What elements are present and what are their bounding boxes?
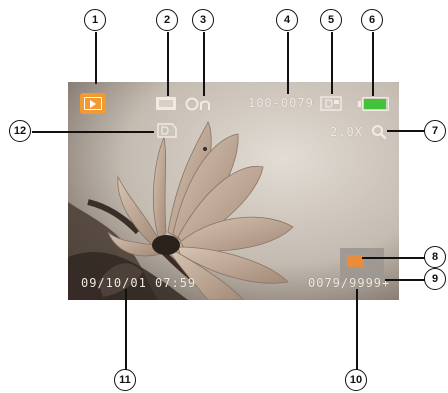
callout-7: 7: [424, 120, 446, 142]
leader-line-5: [331, 32, 333, 94]
leader-line-4: [287, 32, 289, 94]
image-counter: 0079/9999+: [308, 276, 391, 290]
leader-line-2: [167, 32, 169, 96]
dpof-icon: [320, 96, 342, 111]
leader-line-11: [125, 289, 127, 371]
callout-12: 12: [9, 120, 31, 142]
file-number: 100-0079: [248, 96, 314, 110]
callout-8: 8: [424, 246, 446, 268]
battery-icon: [358, 97, 389, 111]
leader-line-12: [32, 131, 154, 133]
print-order-icon: [157, 123, 177, 138]
playback-icon: [80, 93, 106, 114]
callout-2: 2: [156, 9, 178, 31]
callout-4: 4: [276, 9, 298, 31]
zoom-level: 2.0X: [330, 125, 363, 139]
leader-line-3: [203, 32, 205, 96]
callout-9: 9: [424, 268, 446, 290]
zoom-icon: [372, 125, 387, 140]
leader-line-10: [356, 289, 358, 371]
leader-line-1: [95, 32, 97, 84]
lcd-screen: 100-0079 2.0X 09/10/01 07:59 0079/9999+: [68, 82, 399, 300]
callout-6: 6: [361, 9, 383, 31]
leader-line-6: [372, 32, 374, 96]
leader-line-7: [387, 130, 427, 132]
leader-line-9: [385, 279, 426, 281]
battery-fill: [364, 99, 386, 109]
callout-3: 3: [192, 9, 214, 31]
voice-memo-icon: [156, 97, 176, 110]
leader-line-8: [362, 257, 426, 259]
protect-icon: [185, 97, 210, 111]
callout-1: 1: [84, 9, 106, 31]
callout-5: 5: [320, 9, 342, 31]
date-time: 09/10/01 07:59: [81, 276, 197, 290]
callout-11: 11: [114, 369, 136, 391]
callout-10: 10: [345, 369, 367, 391]
